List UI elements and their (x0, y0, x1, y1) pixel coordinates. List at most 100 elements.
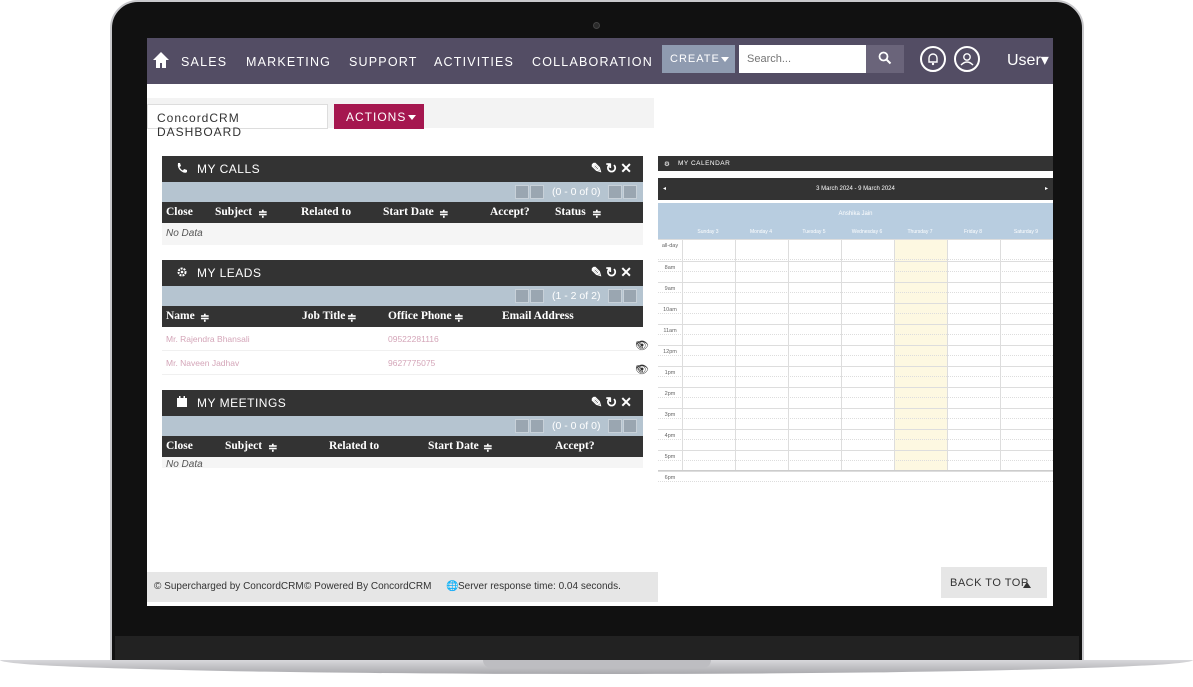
edit-icon[interactable]: ✎ (591, 394, 606, 410)
calendar-hour-line (658, 408, 1053, 409)
last-page-button[interactable] (623, 419, 637, 433)
calendar-hour-line (658, 450, 1053, 451)
close-icon[interactable]: ✕ (620, 264, 635, 280)
edit-icon[interactable]: ✎ (591, 264, 606, 280)
tab-dashboard[interactable]: ConcordCRM DASHBOARD (147, 104, 328, 139)
view-icon[interactable]: 👁 (635, 363, 649, 376)
calendar-half-hour-line (658, 271, 1053, 272)
first-page-button[interactable] (515, 185, 529, 199)
prev-week-icon[interactable]: ◂ (663, 185, 666, 192)
prev-page-button[interactable] (530, 185, 544, 199)
calendar-half-hour-line (658, 355, 1053, 356)
nav-support[interactable]: SUPPORT (349, 55, 418, 69)
refresh-icon[interactable]: ↻ (606, 264, 621, 280)
empty-text: No Data (166, 459, 203, 468)
nav-activities[interactable]: ACTIVITIES (434, 55, 514, 69)
dashlet-title: MY MEETINGS (197, 396, 287, 410)
col-accept[interactable]: Accept? (555, 440, 595, 452)
col-start-date[interactable]: Start Date (428, 440, 479, 452)
calendar-day-header[interactable]: Monday 4 (735, 229, 787, 235)
sort-icon[interactable]: ≑ (347, 310, 357, 324)
sort-icon[interactable]: ≑ (268, 440, 278, 454)
lead-name[interactable]: Mr. Naveen Jadhav (166, 358, 239, 368)
profile-icon[interactable] (954, 46, 980, 72)
last-page-button[interactable] (623, 289, 637, 303)
col-office-phone[interactable]: Office Phone (388, 310, 452, 322)
next-page-button[interactable] (608, 185, 622, 199)
col-related-to[interactable]: Related to (329, 440, 379, 452)
back-to-top-label: BACK TO TOP (950, 577, 1029, 589)
col-name[interactable]: Name (166, 310, 195, 322)
col-status[interactable]: Status (555, 206, 586, 218)
footer-powered[interactable]: © Powered By ConcordCRM (304, 581, 431, 592)
calendar-hour-line (658, 324, 1053, 325)
next-page-button[interactable] (608, 289, 622, 303)
prev-page-button[interactable] (530, 289, 544, 303)
calendar-half-hour-line (658, 334, 1053, 335)
dashlet-header: MY LEADS ✎↻✕ (162, 260, 643, 286)
search-button[interactable] (866, 45, 904, 73)
col-subject[interactable]: Subject (215, 206, 252, 218)
actions-label: ACTIONS (346, 110, 407, 124)
sort-icon[interactable]: ≑ (592, 206, 602, 220)
calendar-hour-line (658, 303, 1053, 304)
close-icon[interactable]: ✕ (620, 394, 635, 410)
pager: (0 - 0 of 0) (162, 416, 643, 436)
sort-icon[interactable]: ≑ (454, 310, 464, 324)
sort-icon[interactable]: ≑ (483, 440, 493, 454)
actions-button[interactable]: ACTIONS (334, 104, 424, 129)
caret-down-icon (721, 57, 729, 66)
empty-text: No Data (166, 228, 203, 239)
dashlet-my-calls: MY CALLS ✎↻✕ (0 - 0 of 0) Close Subject … (162, 156, 643, 245)
lead-name[interactable]: Mr. Rajendra Bhansali (166, 334, 250, 344)
sort-icon[interactable]: ≑ (200, 310, 210, 324)
dashlet-header: MY CALLS ✎↻✕ (162, 156, 643, 182)
first-page-button[interactable] (515, 419, 529, 433)
calendar-day-header[interactable]: Sunday 3 (682, 229, 734, 235)
notifications-icon[interactable] (920, 46, 946, 72)
calendar-day-header[interactable]: Thursday 7 (894, 229, 946, 235)
calendar-day-header[interactable]: Saturday 9 (1000, 229, 1052, 235)
back-to-top-button[interactable]: BACK TO TOP (941, 567, 1047, 598)
search-input[interactable] (739, 45, 866, 73)
user-menu[interactable]: User▾ (1007, 50, 1049, 70)
col-subject[interactable]: Subject (225, 440, 262, 452)
next-week-icon[interactable]: ▸ (1045, 185, 1048, 192)
close-icon[interactable]: ✕ (620, 160, 635, 176)
nav-sales[interactable]: SALES (181, 55, 227, 69)
home-icon[interactable] (152, 51, 170, 69)
calendar-header: ⚙ MY CALENDAR ✎↻✕ (658, 156, 1053, 171)
dashlet-my-calendar: ⚙ MY CALENDAR ✎↻✕ ◂ 3 March 2024 - 9 Mar… (658, 156, 1053, 482)
col-email-address[interactable]: Email Address (502, 310, 574, 322)
next-page-button[interactable] (608, 419, 622, 433)
edit-icon[interactable]: ✎ (591, 160, 606, 176)
col-start-date[interactable]: Start Date (383, 206, 434, 218)
col-accept[interactable]: Accept? (490, 206, 530, 218)
dashlet-tools: ✎↻✕ (591, 160, 635, 177)
nav-collaboration[interactable]: COLLABORATION (532, 55, 653, 69)
calendar-day-header[interactable]: Friday 8 (947, 229, 999, 235)
footer-supercharged[interactable]: © Supercharged by ConcordCRM (154, 581, 304, 592)
calendar-grid[interactable]: all-day 8am 9am 10am 11am 12pm 1pm 2pm 3pm 4pm 5pm… (658, 239, 1053, 482)
col-related-to[interactable]: Related to (301, 206, 351, 218)
first-page-button[interactable] (515, 289, 529, 303)
last-page-button[interactable] (623, 185, 637, 199)
prev-page-button[interactable] (530, 419, 544, 433)
create-button[interactable]: CREATE (662, 45, 735, 73)
calendar-day-header[interactable]: Wednesday 6 (841, 229, 893, 235)
col-close[interactable]: Close (166, 206, 193, 218)
sort-icon[interactable]: ≑ (258, 206, 268, 220)
calendar-range: 3 March 2024 - 9 March 2024 (816, 186, 895, 192)
col-close[interactable]: Close (166, 440, 193, 452)
refresh-icon[interactable]: ↻ (606, 394, 621, 410)
table-row[interactable]: Mr. Naveen Jadhav 9627775075 ✎ 👁 (162, 351, 649, 376)
table-row[interactable]: Mr. Rajendra Bhansali 09522281116 ✎ 👁 (162, 327, 649, 352)
col-job-title[interactable]: Job Title (302, 310, 345, 322)
column-headers: Close Subject ≑ Related to Start Date ≑ … (162, 202, 643, 223)
refresh-icon[interactable]: ↻ (606, 160, 621, 176)
calendar-day-header[interactable]: Tuesday 5 (788, 229, 840, 235)
sort-icon[interactable]: ≑ (439, 206, 449, 220)
nav-marketing[interactable]: MARKETING (246, 55, 331, 69)
calendar-hour-label: 9am (664, 286, 676, 292)
column-headers: Name ≑ Job Title ≑ Office Phone ≑ Email … (162, 306, 643, 327)
